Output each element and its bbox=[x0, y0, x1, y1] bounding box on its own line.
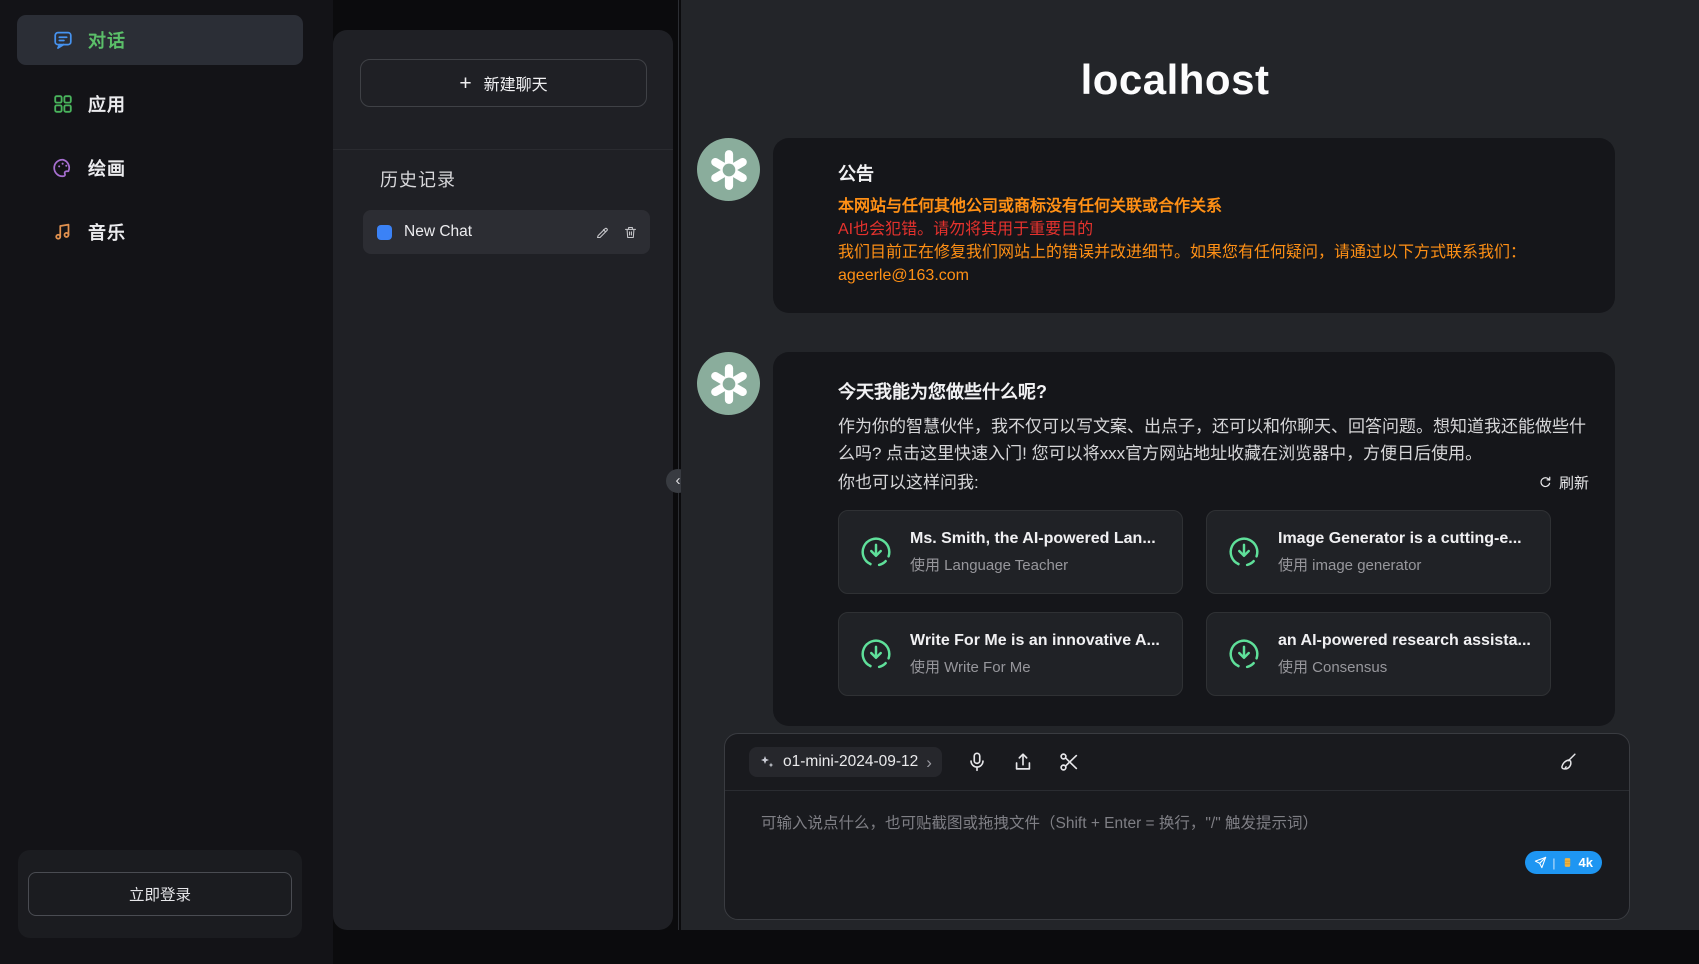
suggestion-card[interactable]: Ms. Smith, the AI-powered Lan... 使用 Lang… bbox=[838, 510, 1183, 594]
download-circle-icon bbox=[1225, 635, 1263, 673]
new-chat-button[interactable]: + 新建聊天 bbox=[360, 59, 647, 107]
message-row: 今天我能为您做些什么呢? 作为你的智慧伙伴，我不仅可以写文案、出点子，还可以和你… bbox=[697, 352, 1615, 726]
welcome-body: 作为你的智慧伙伴，我不仅可以写文案、出点子，还可以和你聊天、回答问题。想知道我还… bbox=[838, 413, 1589, 467]
apps-grid-icon bbox=[52, 93, 74, 115]
suggestion-card[interactable]: Write For Me is an innovative A... 使用 Wr… bbox=[838, 612, 1183, 696]
welcome-heading: 今天我能为您做些什么呢? bbox=[838, 378, 1589, 404]
announcement-contact-email: ageerle@163.com bbox=[838, 264, 1589, 287]
upload-icon[interactable] bbox=[1012, 751, 1034, 773]
chat-area: localhost 公告 本网站与任何其他公司或商标没有任何关联或合作关系 AI… bbox=[681, 0, 1699, 930]
sidebar-item-apps[interactable]: 应用 bbox=[17, 79, 303, 129]
scissors-icon[interactable] bbox=[1058, 751, 1080, 773]
microphone-icon[interactable] bbox=[966, 751, 988, 773]
suggestion-cards: Ms. Smith, the AI-powered Lan... 使用 Lang… bbox=[838, 510, 1589, 696]
send-button[interactable]: | 4k bbox=[1525, 851, 1602, 874]
suggestion-subtitle: 使用 Write For Me bbox=[910, 656, 1160, 677]
refresh-icon bbox=[1538, 475, 1553, 490]
login-card: 立即登录 bbox=[18, 850, 302, 938]
sidebar-nav: 对话 应用 绘画 音乐 bbox=[17, 15, 303, 271]
new-chat-label: 新建聊天 bbox=[484, 71, 548, 95]
message-input[interactable] bbox=[761, 805, 1499, 867]
login-button[interactable]: 立即登录 bbox=[28, 872, 292, 916]
sidebar-item-music[interactable]: 音乐 bbox=[17, 207, 303, 257]
send-token-badge: 4k bbox=[1579, 855, 1593, 870]
music-note-icon bbox=[52, 221, 74, 243]
broom-icon[interactable] bbox=[1557, 751, 1579, 773]
suggestion-subtitle: 使用 Consensus bbox=[1278, 656, 1531, 677]
composer: o1-mini-2024-09-12 › bbox=[724, 733, 1630, 920]
sidebar-item-label: 音乐 bbox=[88, 219, 126, 245]
suggestion-title: Write For Me is an innovative A... bbox=[910, 632, 1160, 650]
sidebar-item-label: 绘画 bbox=[88, 155, 126, 181]
announcement-message: 公告 本网站与任何其他公司或商标没有任何关联或合作关系 AI也会犯错。请勿将其用… bbox=[773, 138, 1615, 313]
suggestion-card[interactable]: an AI-powered research assista... 使用 Con… bbox=[1206, 612, 1551, 696]
panel-divider bbox=[678, 0, 679, 930]
model-selector[interactable]: o1-mini-2024-09-12 › bbox=[749, 747, 942, 777]
openai-logo-icon bbox=[707, 148, 751, 192]
sidebar-item-label: 应用 bbox=[88, 91, 126, 117]
delete-icon[interactable] bbox=[623, 225, 638, 240]
plus-icon: + bbox=[459, 73, 471, 94]
conversation-panel: + 新建聊天 历史记录 New Chat bbox=[333, 30, 673, 930]
composer-toolbar: o1-mini-2024-09-12 › bbox=[725, 734, 1629, 791]
history-heading: 历史记录 bbox=[380, 166, 456, 192]
openai-logo-icon bbox=[707, 362, 751, 406]
app-window: 对话 应用 绘画 音乐 立即登录 bbox=[0, 0, 1699, 964]
palette-icon bbox=[52, 157, 74, 179]
refresh-suggestions-button[interactable]: 刷新 bbox=[1538, 472, 1589, 493]
sidebar-item-paint[interactable]: 绘画 bbox=[17, 143, 303, 193]
edit-icon[interactable] bbox=[595, 225, 610, 240]
composer-body: | 4k bbox=[725, 791, 1629, 919]
announcement-line: 本网站与任何其他公司或商标没有任何关联或合作关系 bbox=[838, 195, 1589, 218]
suggestion-subtitle: 使用 Language Teacher bbox=[910, 554, 1156, 575]
suggestion-title: Ms. Smith, the AI-powered Lan... bbox=[910, 530, 1156, 548]
assistant-avatar bbox=[697, 138, 760, 201]
chevron-right-icon: › bbox=[926, 754, 932, 771]
hint-row: 你也可以这样问我: 刷新 bbox=[838, 469, 1589, 496]
list-divider bbox=[333, 149, 673, 150]
suggestion-title: an AI-powered research assista... bbox=[1278, 632, 1531, 650]
welcome-message: 今天我能为您做些什么呢? 作为你的智慧伙伴，我不仅可以写文案、出点子，还可以和你… bbox=[773, 352, 1615, 726]
download-circle-icon bbox=[1225, 533, 1263, 571]
conversation-title: New Chat bbox=[404, 223, 595, 241]
announcement-line: 我们目前正在修复我们网站上的错误并改进细节。如果您有任何疑问，请通过以下方式联系… bbox=[838, 241, 1589, 264]
tokens-coin-icon bbox=[1561, 856, 1574, 869]
sparkles-icon bbox=[759, 754, 775, 770]
download-circle-icon bbox=[857, 533, 895, 571]
conversation-color-dot bbox=[377, 225, 392, 240]
suggestion-title: Image Generator is a cutting-e... bbox=[1278, 530, 1522, 548]
page-title: localhost bbox=[681, 56, 1669, 104]
conversation-item[interactable]: New Chat bbox=[363, 210, 650, 254]
assistant-avatar bbox=[697, 352, 760, 415]
conversation-actions bbox=[595, 225, 638, 240]
model-name: o1-mini-2024-09-12 bbox=[783, 753, 918, 771]
sidebar-item-chat[interactable]: 对话 bbox=[17, 15, 303, 65]
sidebar: 对话 应用 绘画 音乐 立即登录 bbox=[0, 0, 333, 964]
sidebar-item-label: 对话 bbox=[88, 27, 126, 53]
download-circle-icon bbox=[857, 635, 895, 673]
chat-bubble-icon bbox=[52, 29, 74, 51]
ask-hint: 你也可以这样问我: bbox=[838, 469, 979, 496]
announcement-line: AI也会犯错。请勿将其用于重要目的 bbox=[838, 218, 1589, 241]
send-separator: | bbox=[1552, 856, 1555, 870]
suggestion-card[interactable]: Image Generator is a cutting-e... 使用 ima… bbox=[1206, 510, 1551, 594]
announcement-heading: 公告 bbox=[838, 160, 1589, 186]
paper-plane-icon bbox=[1534, 856, 1547, 869]
suggestion-subtitle: 使用 image generator bbox=[1278, 554, 1522, 575]
message-row: 公告 本网站与任何其他公司或商标没有任何关联或合作关系 AI也会犯错。请勿将其用… bbox=[697, 138, 1615, 313]
